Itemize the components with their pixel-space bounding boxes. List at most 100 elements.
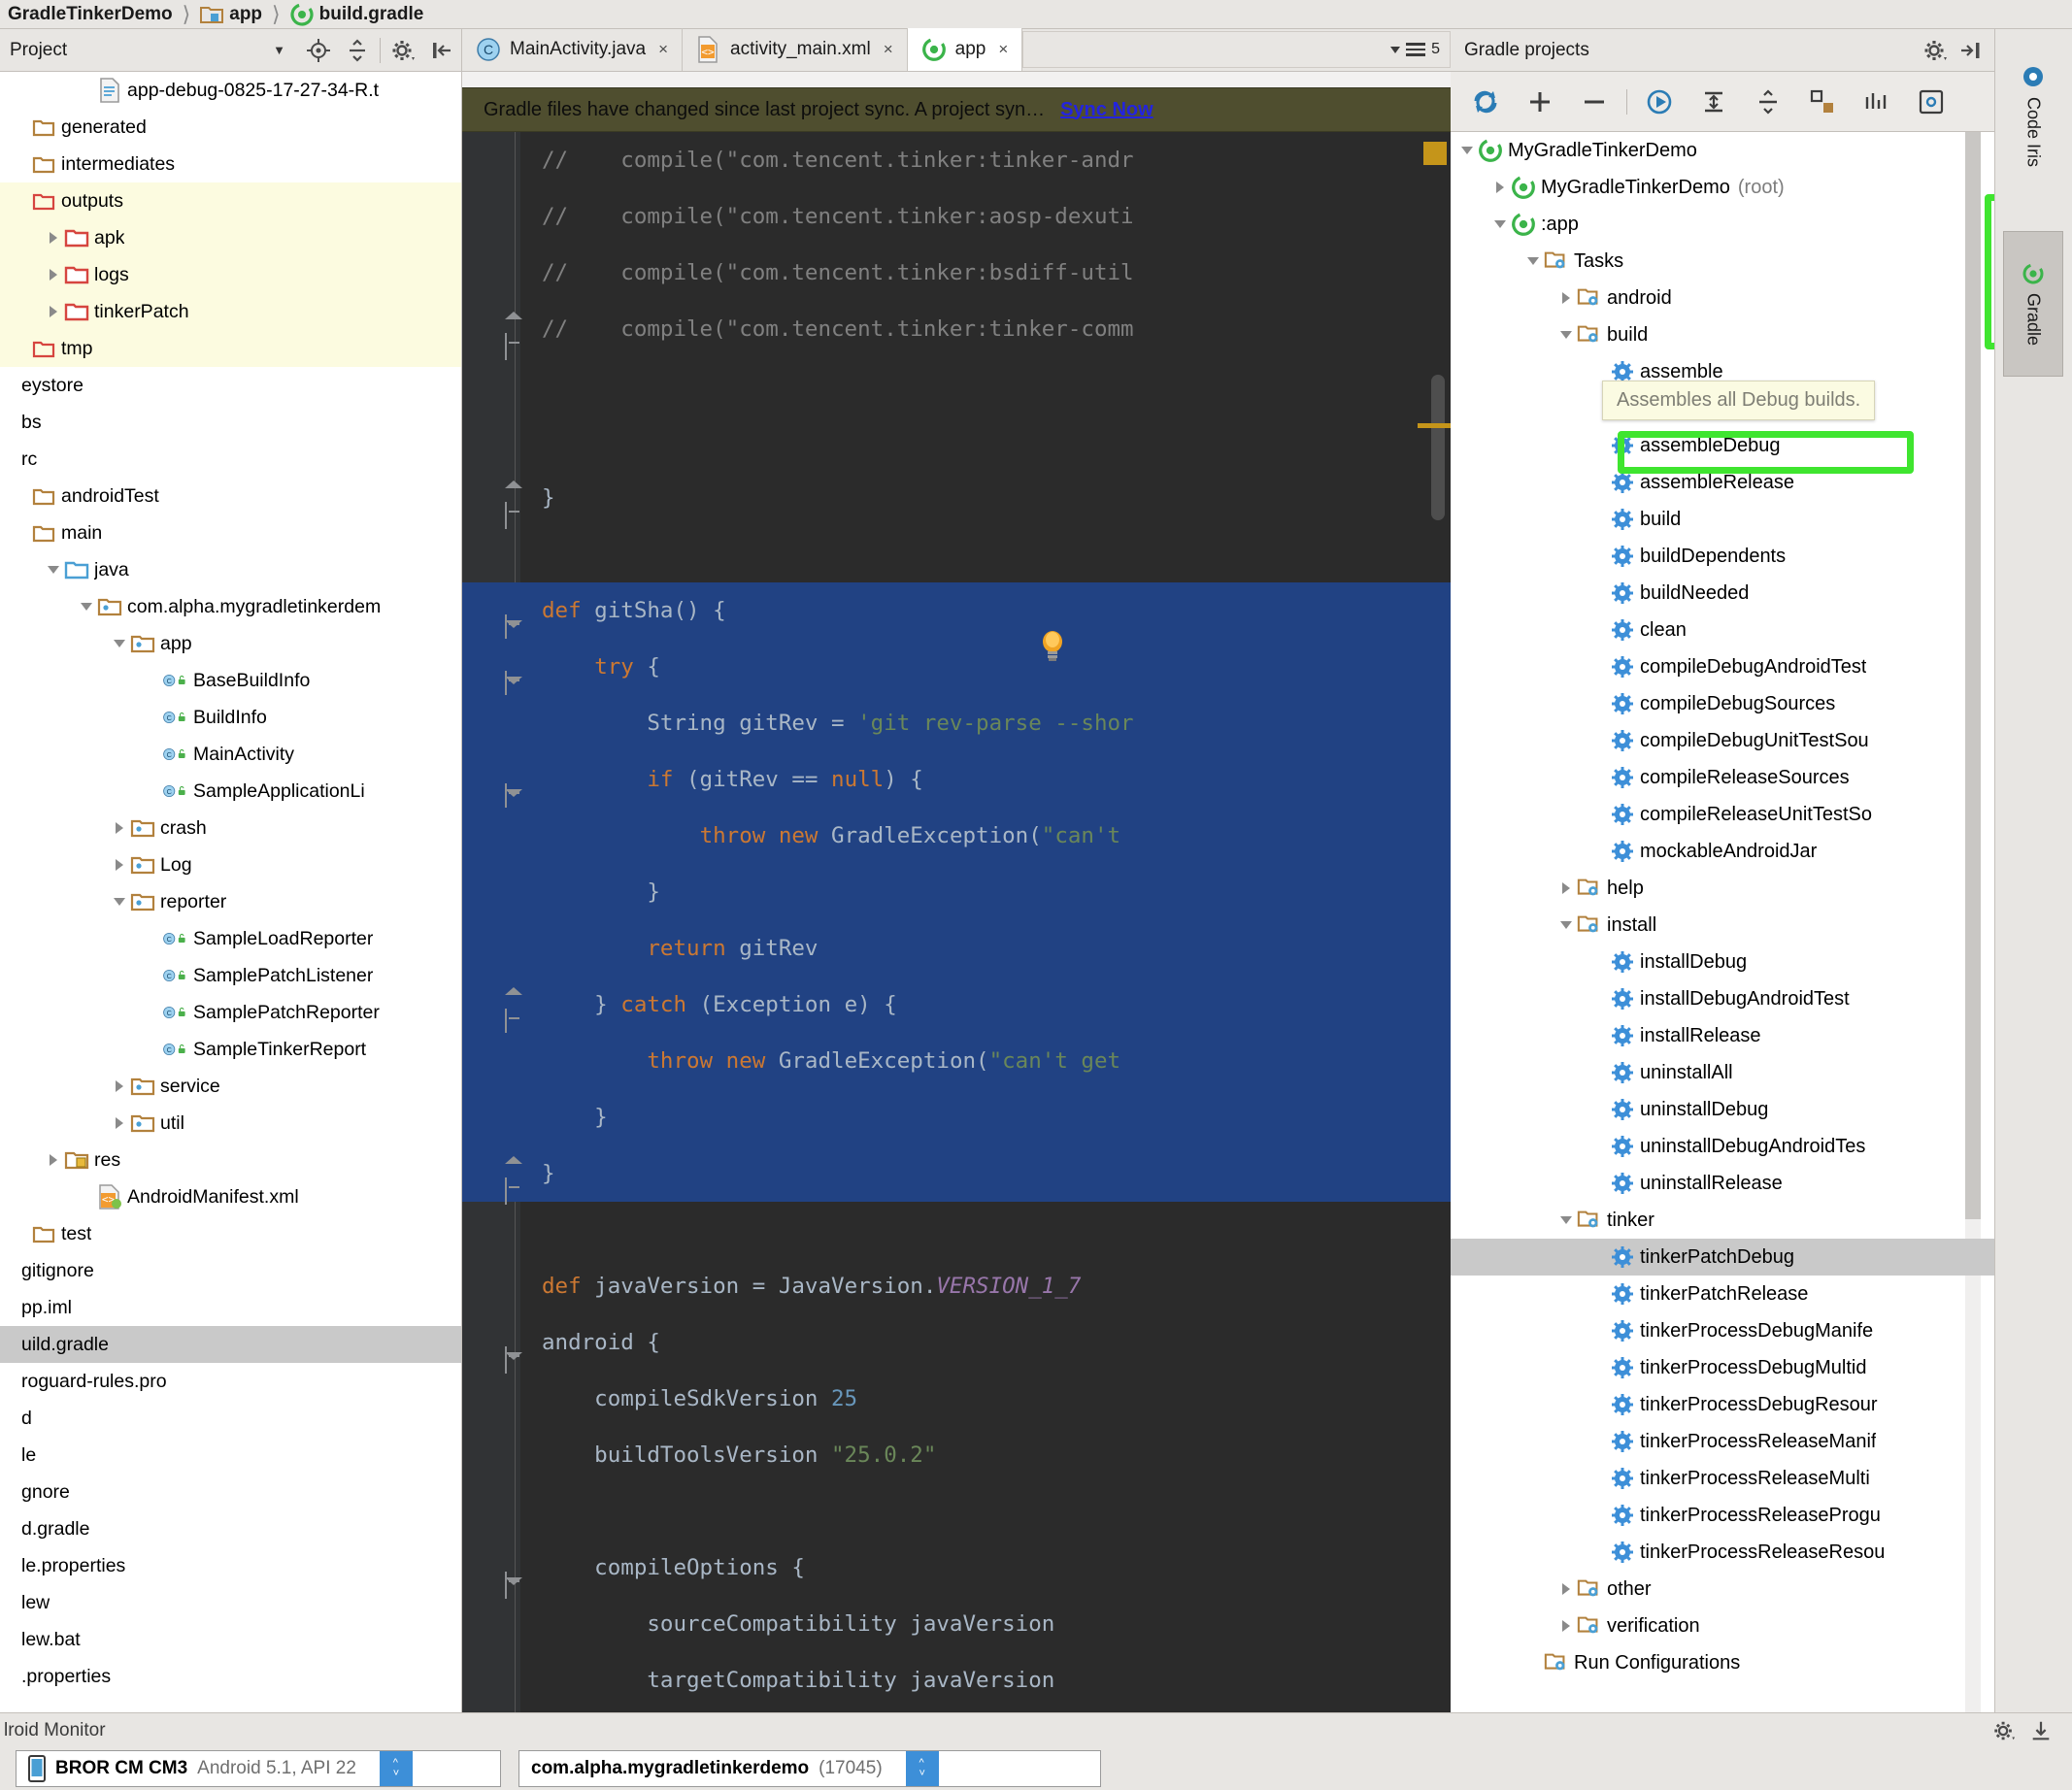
project-tree-item[interactable]: eystore [0,367,461,404]
project-tree-item[interactable]: test [0,1215,461,1252]
chevron-down-icon[interactable]: ▼ [273,43,299,57]
gradle-task-item[interactable]: uninstallRelease [1451,1165,1994,1202]
editor-tab[interactable]: app × [907,28,1023,71]
project-tree-item[interactable]: C SamplePatchListener [0,957,461,994]
gradle-task-item[interactable]: MyGradleTinkerDemo (root) [1451,169,1994,206]
gradle-task-item[interactable]: tinkerProcessDebugManife [1451,1312,1994,1349]
tree-twisty[interactable] [43,306,64,317]
gradle-task-item[interactable]: buildDependents [1451,538,1994,575]
gradle-task-item[interactable]: MyGradleTinkerDemo [1451,132,1994,169]
gradle-task-item[interactable]: tinkerProcessReleaseMulti [1451,1460,1994,1497]
fold-end-icon[interactable] [505,481,526,529]
tree-twisty[interactable] [109,640,130,647]
project-tree-item[interactable]: C SamplePatchReporter [0,994,461,1031]
project-tree-item[interactable]: androidTest [0,478,461,514]
hide-panel-icon[interactable] [1957,38,1983,63]
project-tree-item[interactable]: roguard-rules.pro [0,1363,461,1400]
fold-start-icon[interactable] [505,656,526,698]
remove-icon[interactable] [1569,77,1620,127]
gradle-task-item[interactable]: verification [1451,1608,1994,1644]
project-tree-item[interactable]: C SampleTinkerReport [0,1031,461,1068]
gradle-task-item[interactable]: build [1451,316,1994,353]
tree-twisty[interactable] [1555,292,1577,304]
fold-end-icon[interactable] [505,312,526,360]
project-tree-item[interactable]: bs [0,404,461,441]
fold-start-icon[interactable] [505,1557,526,1599]
project-tree-item[interactable]: reporter [0,883,461,920]
gradle-task-item[interactable]: android [1451,280,1994,316]
android-monitor-label[interactable]: lroid Monitor [4,1720,106,1741]
gradle-task-item[interactable]: mockableAndroidJar [1451,833,1994,870]
project-tree-item[interactable]: gitignore [0,1252,461,1289]
project-tree-item[interactable]: app-debug-0825-17-27-34-R.t [0,72,461,109]
tree-twisty[interactable] [1555,921,1577,929]
tree-twisty[interactable] [76,603,97,611]
project-tree-item[interactable]: crash [0,810,461,846]
breadcrumb-item-file[interactable]: build.gradle [286,2,428,26]
tree-twisty[interactable] [1555,1216,1577,1224]
gradle-task-item[interactable]: tinker [1451,1202,1994,1239]
project-tree-item[interactable]: res [0,1142,461,1178]
group-modules-icon[interactable] [1797,77,1848,127]
collapse-all-icon[interactable] [1743,77,1793,127]
tab-list-icon[interactable] [1406,43,1426,56]
project-tree-item[interactable]: .properties [0,1658,461,1695]
close-icon[interactable]: × [658,40,668,59]
project-tree-item[interactable]: Log [0,846,461,883]
device-combo[interactable]: BROR CM CM3 Android 5.1, API 22 ^ ˅ [16,1750,501,1787]
project-tree-item[interactable]: rc [0,441,461,478]
project-tree-item[interactable]: service [0,1068,461,1105]
gradle-task-item[interactable]: uninstallDebugAndroidTes [1451,1128,1994,1165]
project-tree-item[interactable]: d.gradle [0,1510,461,1547]
editor-scrollbar-thumb[interactable] [1431,375,1445,520]
gradle-task-item[interactable]: other [1451,1571,1994,1608]
run-icon[interactable] [1634,77,1685,127]
fold-start-icon[interactable] [505,600,526,642]
project-tree-item[interactable]: tmp [0,330,461,367]
project-tree-item[interactable]: C MainActivity [0,736,461,773]
gradle-task-item[interactable]: installDebugAndroidTest [1451,980,1994,1017]
project-tree-item[interactable]: intermediates [0,146,461,182]
gradle-task-item[interactable]: assembleRelease [1451,464,1994,501]
code-iris-tool-button[interactable]: Code Iris [2003,43,2063,188]
breadcrumb-item-project[interactable]: GradleTinkerDemo [4,4,177,25]
fold-start-icon[interactable] [505,1332,526,1374]
tree-twisty[interactable] [1456,147,1478,154]
tree-twisty[interactable] [109,1117,130,1129]
gradle-task-item[interactable]: compileDebugSources [1451,685,1994,722]
tree-twisty[interactable] [109,859,130,871]
gradle-task-item[interactable]: compileDebugUnitTestSou [1451,722,1994,759]
editor-tab[interactable]: <> activity_main.xml × [683,28,908,71]
editor-marker-warning[interactable] [1423,142,1447,165]
project-tree-item[interactable]: gnore [0,1474,461,1510]
gradle-task-item[interactable]: :app [1451,206,1994,243]
gradle-task-item[interactable]: Tasks [1451,243,1994,280]
settings-icon[interactable] [1906,77,1956,127]
tree-twisty[interactable] [1555,331,1577,339]
project-tree-item[interactable]: generated [0,109,461,146]
gradle-task-tree[interactable]: MyGradleTinkerDemo MyGradleTinkerDemo (roo… [1451,132,1994,1716]
gradle-task-item[interactable]: Run Configurations [1451,1644,1994,1681]
tree-twisty[interactable] [1555,882,1577,894]
project-tree-item[interactable]: C BuildInfo [0,699,461,736]
project-tree-item[interactable]: lew.bat [0,1621,461,1658]
gradle-task-item[interactable]: tinkerProcessDebugMultid [1451,1349,1994,1386]
project-tree-item[interactable]: apk [0,219,461,256]
project-tree-item[interactable]: pp.iml [0,1289,461,1326]
project-tree-item[interactable]: C SampleLoadReporter [0,920,461,957]
tree-twisty[interactable] [1522,257,1544,265]
gradle-task-item[interactable]: tinkerPatchDebug [1451,1239,1994,1276]
gradle-task-item[interactable]: buildNeeded [1451,575,1994,612]
editor-tab[interactable]: C MainActivity.java × [462,28,684,71]
project-tree-item[interactable]: C SampleApplicationLi [0,773,461,810]
project-tree-item[interactable]: app [0,625,461,662]
project-tree-item[interactable]: <> AndroidManifest.xml [0,1178,461,1215]
project-tree-item[interactable]: main [0,514,461,551]
gradle-task-item[interactable]: help [1451,870,1994,907]
tree-twisty[interactable] [109,898,130,906]
code-editor[interactable]: // compile("com.tencent.tinker:tinker-an… [462,132,1451,1716]
gear-icon[interactable] [384,30,422,71]
tree-twisty[interactable] [1489,182,1511,193]
expand-all-icon[interactable] [1688,77,1739,127]
close-icon[interactable]: × [998,40,1008,59]
